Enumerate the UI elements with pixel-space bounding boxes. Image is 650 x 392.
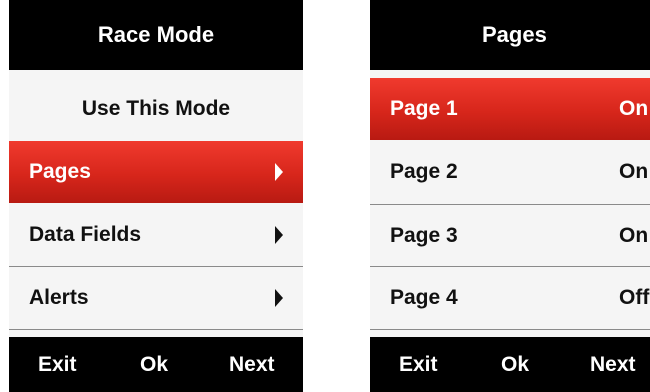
page-label: Page 2 — [390, 160, 458, 183]
page-item-4[interactable]: Page 4 Off — [370, 266, 650, 328]
page-status: Off — [619, 285, 650, 309]
menu-divider — [370, 329, 650, 337]
page-status: On — [619, 160, 649, 183]
ok-softkey[interactable]: Ok — [501, 353, 529, 377]
exit-softkey[interactable]: Exit — [38, 353, 77, 377]
menu-divider — [9, 329, 303, 337]
page-status: On — [619, 97, 649, 120]
race-mode-header: Race Mode — [9, 0, 303, 70]
page-item-1[interactable]: Page 1 On — [370, 78, 650, 140]
softkey-bar: Exit Ok Next — [9, 337, 303, 392]
softkey-bar: Exit Ok Next — [370, 337, 650, 392]
page-label: Page 1 — [390, 97, 458, 120]
next-softkey[interactable]: Next — [590, 353, 636, 377]
pages-title: Pages — [482, 22, 547, 47]
race-mode-screen: Race Mode Use This Mode Pages Data Field… — [9, 0, 303, 392]
pages-screen: Pages Page 1 On Page 2 On Page 3 On Page… — [370, 0, 650, 392]
page-label: Page 4 — [390, 285, 458, 309]
next-softkey[interactable]: Next — [229, 353, 275, 377]
menu-item-data-fields[interactable]: Data Fields — [9, 204, 303, 266]
ok-softkey[interactable]: Ok — [140, 353, 168, 377]
use-this-mode-label: Use This Mode — [81, 97, 231, 120]
chevron-right-icon — [275, 288, 283, 307]
page-item-2[interactable]: Page 2 On — [370, 141, 650, 203]
menu-item-alerts[interactable]: Alerts — [9, 266, 303, 328]
menu-item-label: Pages — [29, 160, 91, 183]
use-this-mode-item[interactable]: Use This Mode — [9, 78, 303, 140]
page-label: Page 3 — [390, 223, 458, 247]
page-item-3[interactable]: Page 3 On — [370, 204, 650, 266]
pages-header: Pages — [370, 0, 650, 70]
exit-softkey[interactable]: Exit — [399, 353, 438, 377]
menu-item-label: Alerts — [29, 285, 89, 309]
chevron-right-icon — [275, 226, 283, 244]
menu-item-pages[interactable]: Pages — [9, 141, 303, 203]
page-status: On — [619, 223, 649, 247]
race-mode-title: Race Mode — [97, 22, 215, 47]
menu-item-label: Data Fields — [29, 223, 142, 246]
chevron-right-icon — [275, 163, 283, 181]
